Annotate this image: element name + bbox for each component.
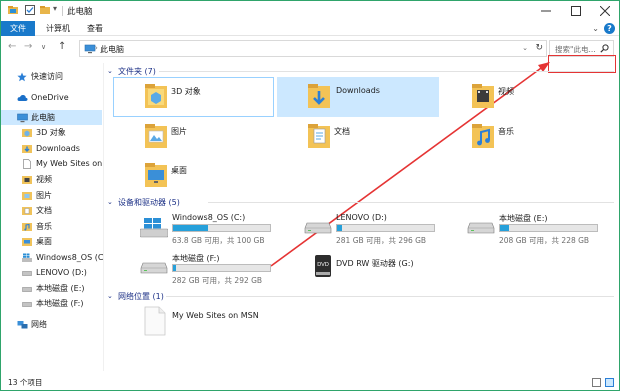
windows-drive-icon — [140, 217, 168, 239]
drive-icon — [304, 221, 332, 235]
3d-folder-icon — [143, 81, 169, 111]
drive-d[interactable]: LENOVO (D:) 281 GB 可用，共 296 GB — [304, 211, 469, 247]
drive-icon — [467, 221, 495, 235]
collapse-chevron-icon[interactable]: ⌄ — [107, 67, 113, 75]
folder-tile-hover — [113, 77, 274, 117]
drive-icon — [22, 299, 32, 309]
computer-icon — [17, 113, 28, 123]
large-icons-view-icon[interactable] — [605, 378, 614, 387]
desktop-folder-icon — [143, 160, 169, 190]
drive-c[interactable]: Windows8_OS (C:) 63.8 GB 可用，共 100 GB — [140, 211, 305, 247]
network-icon — [17, 320, 28, 330]
explorer-window: ▾ 此电脑 文件 计算机 查看 ⌄ ? ← → ∨ ↑ › 此电脑 ⌄ ↻ 搜索… — [0, 0, 620, 391]
star-icon — [17, 72, 27, 82]
status-bar: 13 个项目 — [1, 376, 619, 390]
pictures-folder-icon — [22, 191, 32, 201]
document-icon — [143, 306, 167, 336]
folder-tile-selected — [277, 77, 439, 117]
collapse-chevron-icon[interactable]: ⌄ — [107, 292, 113, 300]
details-view-icon[interactable] — [592, 378, 601, 387]
drive-g-dvd[interactable]: DVD DVD RW 驱动器 (G:) — [304, 251, 469, 287]
section-divider — [159, 71, 614, 72]
document-icon — [22, 159, 32, 169]
video-folder-icon — [470, 81, 496, 111]
drive-usage-bar — [499, 224, 598, 232]
drive-usage-bar — [172, 264, 271, 272]
drive-e[interactable]: 本地磁盘 (E:) 208 GB 可用，共 228 GB — [467, 211, 617, 247]
drive-usage-bar — [336, 224, 435, 232]
3d-folder-icon — [22, 128, 32, 138]
drives-section-header[interactable]: 设备和驱动器 (5) — [118, 197, 180, 208]
folders-section-header[interactable]: 文件夹 (7) — [118, 66, 156, 77]
dvd-drive-icon: DVD — [314, 254, 332, 280]
section-divider — [208, 202, 614, 203]
navigation-pane: 快速访问 OneDrive 此电脑 3D 对象 Downloads My Web… — [1, 63, 103, 371]
drive-icon — [22, 284, 32, 294]
svg-text:DVD: DVD — [317, 262, 329, 268]
download-folder-icon — [306, 81, 332, 111]
drive-usage-bar — [172, 224, 271, 232]
desktop-folder-icon — [22, 237, 32, 247]
music-folder-icon — [470, 121, 496, 151]
music-folder-icon — [22, 222, 32, 232]
cloud-icon — [17, 93, 28, 103]
item-count: 13 个项目 — [8, 378, 43, 387]
video-folder-icon — [22, 175, 32, 185]
pictures-folder-icon — [143, 121, 169, 151]
collapse-chevron-icon[interactable]: ⌄ — [107, 198, 113, 206]
drive-f[interactable]: 本地磁盘 (F:) 282 GB 可用，共 292 GB — [140, 251, 305, 287]
download-folder-icon — [22, 144, 32, 154]
windows-drive-icon — [22, 253, 32, 263]
documents-folder-icon — [306, 121, 332, 151]
drive-icon — [140, 261, 168, 275]
drive-icon — [22, 268, 32, 278]
network-section-header[interactable]: 网络位置 (1) — [118, 291, 164, 302]
content-pane: ⌄ 文件夹 (7) 3D 对象 Downloads 视频 图片 文档 音乐 桌面… — [104, 63, 619, 371]
section-divider — [166, 296, 614, 297]
documents-folder-icon — [22, 206, 32, 216]
